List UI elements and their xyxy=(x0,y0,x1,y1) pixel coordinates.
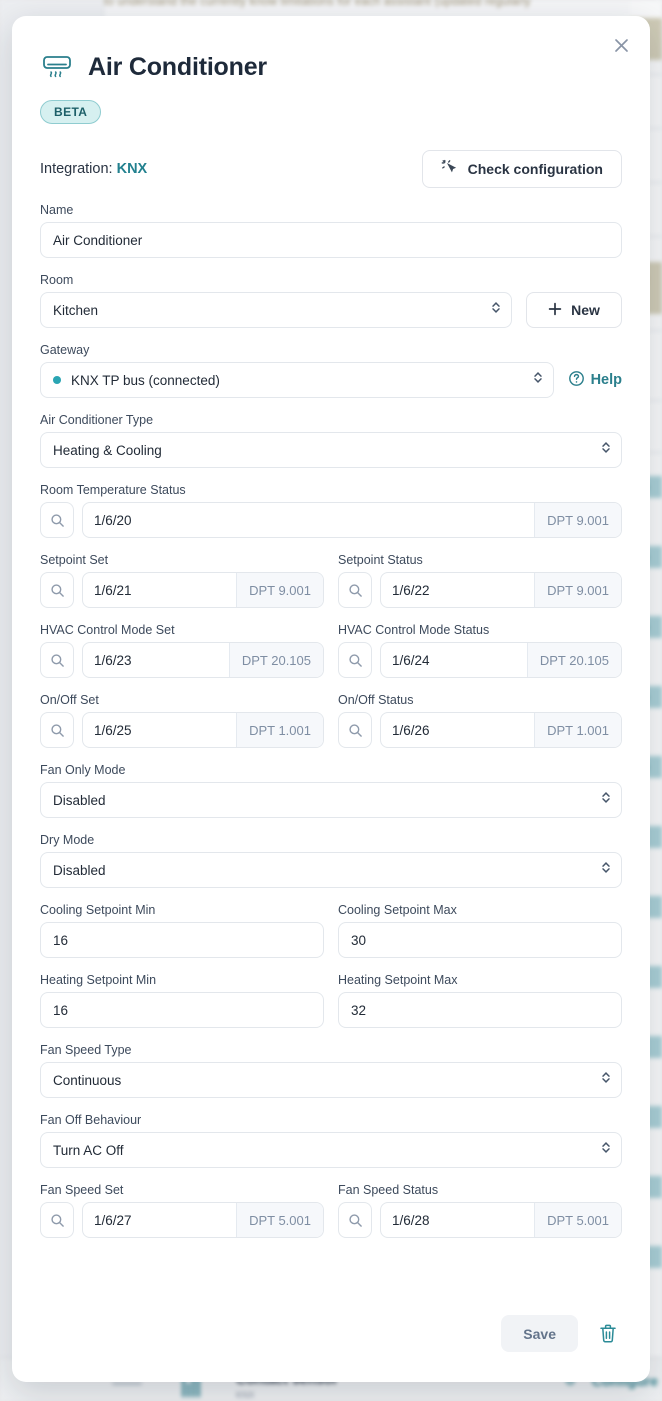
fan-speed-status-label: Fan Speed Status xyxy=(338,1183,622,1197)
save-button[interactable]: Save xyxy=(501,1315,578,1352)
dialog-footer: Save xyxy=(40,1315,622,1352)
fan-only-mode-label: Fan Only Mode xyxy=(40,763,622,777)
close-icon[interactable] xyxy=(606,30,636,60)
hvac-mode-status-label: HVAC Control Mode Status xyxy=(338,623,622,637)
heating-setpoint-max-input[interactable] xyxy=(338,992,622,1028)
fan-speed-set-input[interactable] xyxy=(83,1203,236,1237)
heating-setpoint-min-label: Heating Setpoint Min xyxy=(40,973,324,987)
search-icon[interactable] xyxy=(338,572,372,608)
search-icon[interactable] xyxy=(40,502,74,538)
setpoint-status-dpt: DPT 9.001 xyxy=(534,573,621,607)
onoff-set-label: On/Off Set xyxy=(40,693,324,707)
fan-off-behaviour-select[interactable]: Turn AC Off xyxy=(40,1132,622,1168)
cooling-setpoint-min-input[interactable] xyxy=(40,922,324,958)
fan-speed-type-select[interactable]: Continuous xyxy=(40,1062,622,1098)
cursor-click-icon xyxy=(441,159,458,179)
help-link[interactable]: Help xyxy=(568,370,622,391)
search-icon[interactable] xyxy=(338,712,372,748)
onoff-status-dpt: DPT 1.001 xyxy=(534,713,621,747)
search-icon[interactable] xyxy=(40,1202,74,1238)
dry-mode-value: Disabled xyxy=(53,863,106,878)
hvac-mode-status-input[interactable] xyxy=(381,643,527,677)
fan-speed-type-label: Fan Speed Type xyxy=(40,1043,622,1057)
room-temperature-status-dpt: DPT 9.001 xyxy=(534,503,621,537)
onoff-status-label: On/Off Status xyxy=(338,693,622,707)
check-configuration-button[interactable]: Check configuration xyxy=(422,150,622,188)
integration-label: Integration: KNX xyxy=(40,161,147,177)
onoff-status-input[interactable] xyxy=(381,713,534,747)
integration-name: KNX xyxy=(117,161,148,177)
cooling-setpoint-max-label: Cooling Setpoint Max xyxy=(338,903,622,917)
air-conditioner-icon xyxy=(40,50,74,84)
help-label: Help xyxy=(591,372,622,388)
room-temperature-status-input[interactable] xyxy=(83,503,534,537)
search-icon[interactable] xyxy=(40,572,74,608)
hvac-mode-set-dpt: DPT 20.105 xyxy=(229,643,323,677)
question-circle-icon xyxy=(568,370,585,391)
gateway-select[interactable]: KNX TP bus (connected) xyxy=(40,362,554,398)
onoff-set-dpt: DPT 1.001 xyxy=(236,713,323,747)
name-label: Name xyxy=(40,203,622,217)
fan-off-behaviour-value: Turn AC Off xyxy=(53,1143,124,1158)
setpoint-set-input[interactable] xyxy=(83,573,236,607)
check-configuration-label: Check configuration xyxy=(468,161,603,177)
gateway-value: KNX TP bus (connected) xyxy=(71,373,220,388)
air-conditioner-dialog: Air Conditioner BETA Integration: KNX Ch… xyxy=(12,16,650,1382)
add-room-label: New xyxy=(571,302,600,318)
fan-off-behaviour-label: Fan Off Behaviour xyxy=(40,1113,622,1127)
page-title: Air Conditioner xyxy=(88,53,267,82)
dry-mode-label: Dry Mode xyxy=(40,833,622,847)
room-select[interactable]: Kitchen xyxy=(40,292,512,328)
setpoint-status-input[interactable] xyxy=(381,573,534,607)
fan-only-mode-select[interactable]: Disabled xyxy=(40,782,622,818)
search-icon[interactable] xyxy=(40,712,74,748)
search-icon[interactable] xyxy=(338,642,372,678)
trash-icon[interactable] xyxy=(594,1319,622,1349)
fan-speed-status-dpt: DPT 5.001 xyxy=(534,1203,621,1237)
gateway-label: Gateway xyxy=(40,343,622,357)
hvac-mode-set-label: HVAC Control Mode Set xyxy=(40,623,324,637)
background-paragraph-text: to understand the currently know limitat… xyxy=(104,0,662,8)
onoff-set-input[interactable] xyxy=(83,713,236,747)
fan-only-mode-value: Disabled xyxy=(53,793,106,808)
background-device-sub: KNX xyxy=(236,1390,255,1400)
room-temperature-status-label: Room Temperature Status xyxy=(40,483,622,497)
dialog-header: Air Conditioner xyxy=(40,50,622,84)
setpoint-status-label: Setpoint Status xyxy=(338,553,622,567)
ac-type-select[interactable]: Heating & Cooling xyxy=(40,432,622,468)
heating-setpoint-min-input[interactable] xyxy=(40,992,324,1028)
fan-speed-type-value: Continuous xyxy=(53,1073,121,1088)
search-icon[interactable] xyxy=(40,642,74,678)
dry-mode-select[interactable]: Disabled xyxy=(40,852,622,888)
hvac-mode-set-input[interactable] xyxy=(83,643,229,677)
fan-speed-set-label: Fan Speed Set xyxy=(40,1183,324,1197)
fan-speed-set-dpt: DPT 5.001 xyxy=(236,1203,323,1237)
fan-speed-status-input[interactable] xyxy=(381,1203,534,1237)
setpoint-set-dpt: DPT 9.001 xyxy=(236,573,323,607)
heating-setpoint-max-label: Heating Setpoint Max xyxy=(338,973,622,987)
ac-type-value: Heating & Cooling xyxy=(53,443,162,458)
status-dot-icon xyxy=(53,376,61,384)
cooling-setpoint-min-label: Cooling Setpoint Min xyxy=(40,903,324,917)
status-badge: BETA xyxy=(40,100,101,124)
room-value: Kitchen xyxy=(53,303,98,318)
cooling-setpoint-max-input[interactable] xyxy=(338,922,622,958)
setpoint-set-label: Setpoint Set xyxy=(40,553,324,567)
name-input[interactable] xyxy=(40,222,622,258)
integration-prefix: Integration: xyxy=(40,161,113,177)
ac-type-label: Air Conditioner Type xyxy=(40,413,622,427)
add-room-button[interactable]: New xyxy=(526,292,622,328)
search-icon[interactable] xyxy=(338,1202,372,1238)
room-label: Room xyxy=(40,273,622,287)
hvac-mode-status-dpt: DPT 20.105 xyxy=(527,643,621,677)
plus-icon xyxy=(548,302,562,319)
